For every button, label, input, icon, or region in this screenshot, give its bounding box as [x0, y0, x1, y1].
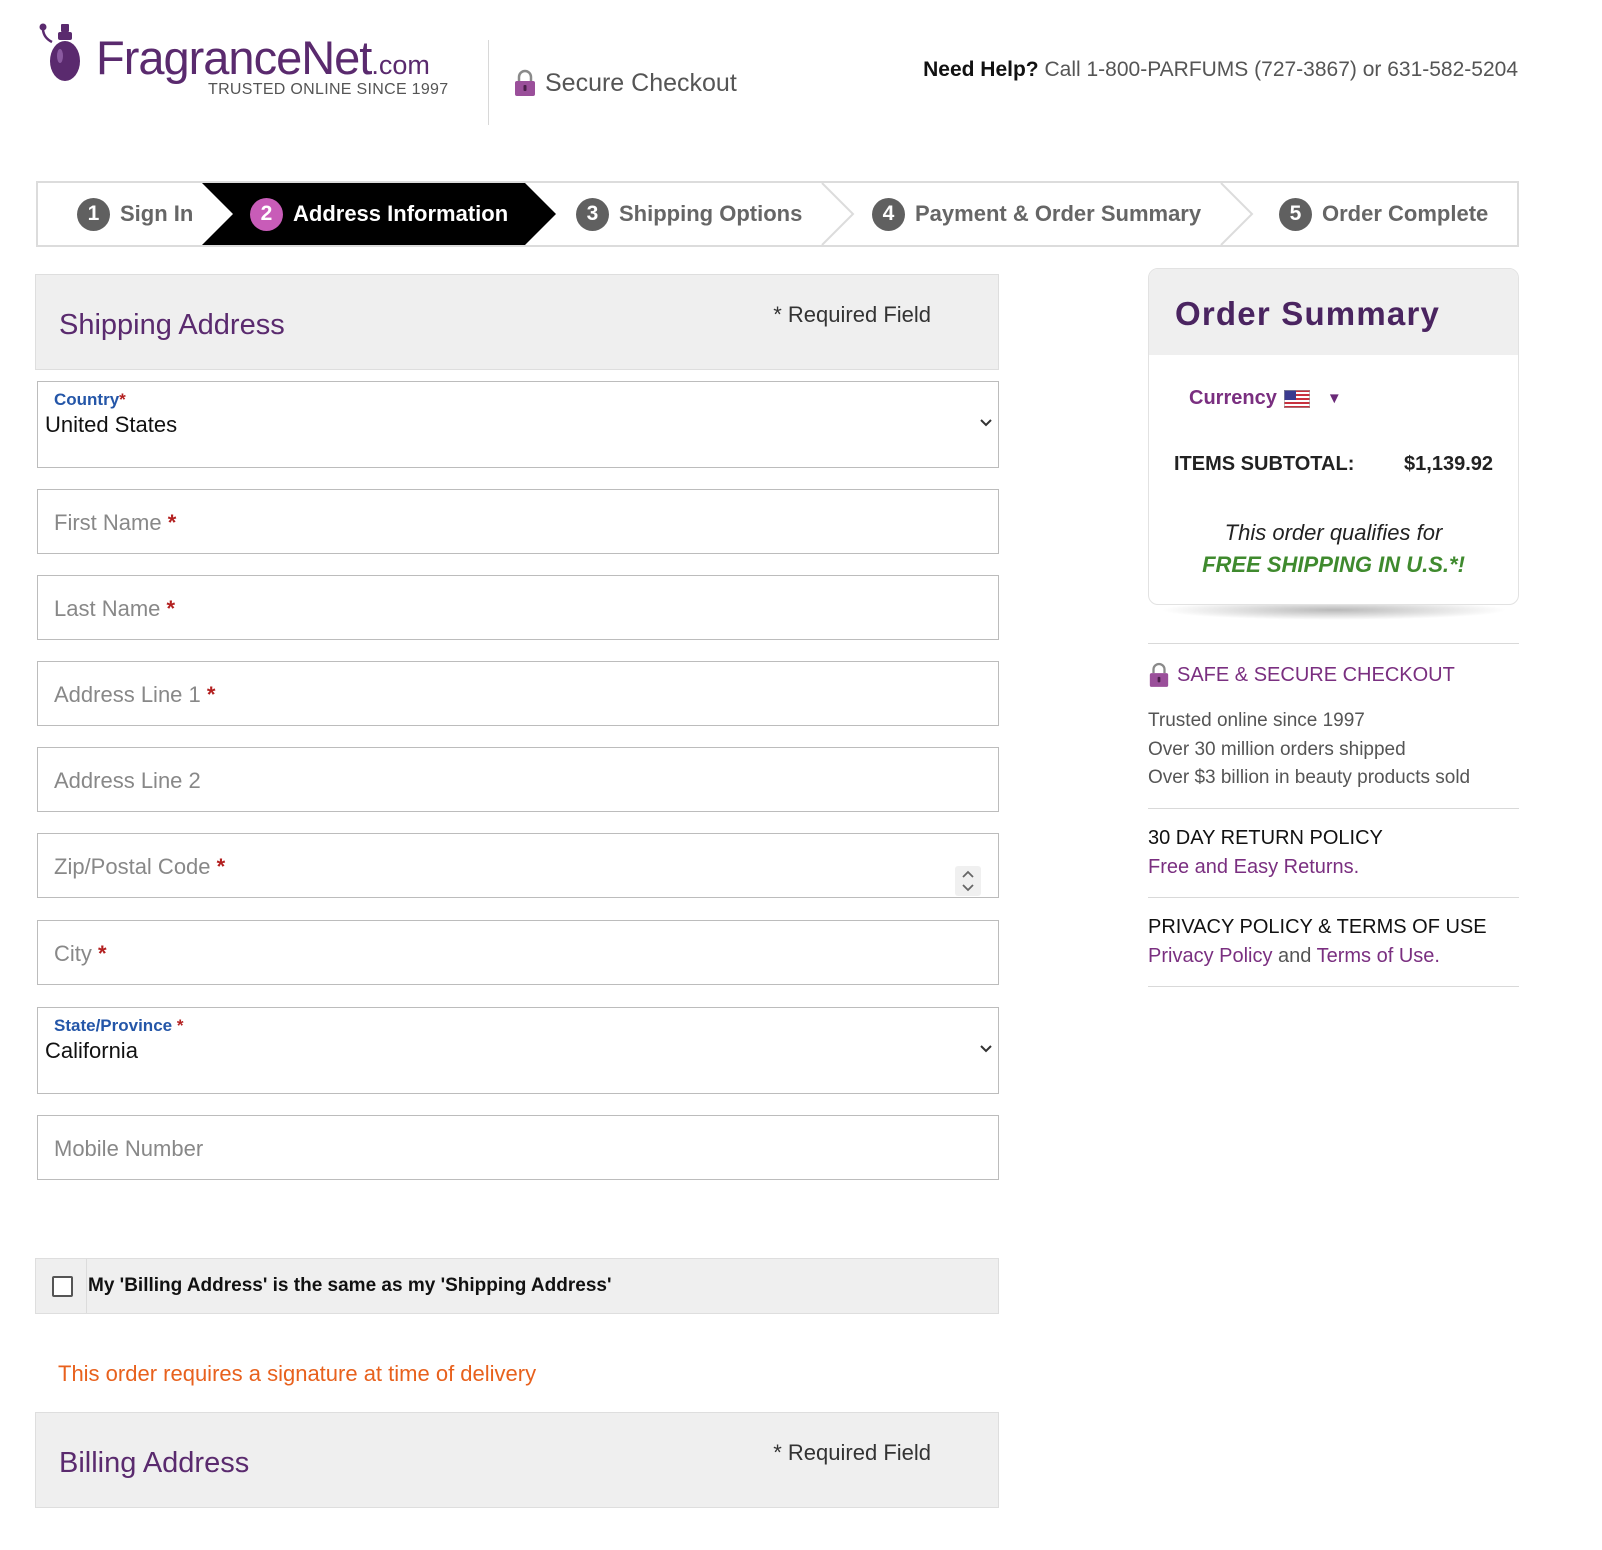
brand-name: FragranceNet.com	[96, 31, 430, 84]
help-contact: Need Help? Call 1-800-PARFUMS (727-3867)…	[923, 58, 1518, 82]
privacy-terms-title: PRIVACY POLICY & TERMS OF USE	[1148, 916, 1487, 938]
step-address-information: 2 Address Information	[250, 183, 508, 245]
billing-same-label[interactable]: My 'Billing Address' is the same as my '…	[88, 1275, 611, 1297]
order-summary-title: Order Summary	[1175, 295, 1441, 332]
step-number: 5	[1279, 197, 1312, 231]
help-phone-text: Call 1-800-PARFUMS (727-3867) or 631-582…	[1044, 58, 1518, 81]
header-divider	[488, 40, 489, 125]
country-select[interactable]: Country* United States	[37, 381, 999, 468]
step-label: Address Information	[293, 201, 509, 226]
city-input[interactable]: City *	[37, 920, 999, 985]
mobile-number-input[interactable]: Mobile Number	[37, 1115, 999, 1180]
billing-address-header: Billing Address * Required Field	[35, 1412, 999, 1508]
address-line-1-input[interactable]: Address Line 1 *	[37, 661, 999, 726]
step-number: 4	[872, 197, 905, 231]
step-number: 3	[576, 197, 609, 231]
first-name-input[interactable]: First Name *	[37, 489, 999, 554]
zip-code-placeholder: Zip/Postal Code *	[54, 854, 226, 879]
trust-line: Over 30 million orders shipped	[1148, 739, 1406, 760]
free-shipping-banner: FREE SHIPPING IN U.S.*!	[1202, 552, 1465, 577]
safe-secure-checkout-text: SAFE & SECURE CHECKOUT	[1177, 663, 1455, 686]
secure-checkout-label: Secure Checkout	[513, 66, 737, 100]
step-shipping-options: 3 Shipping Options	[576, 183, 802, 245]
billing-same-as-shipping-row[interactable]: My 'Billing Address' is the same as my '…	[35, 1258, 999, 1314]
return-policy-link-row: Free and Easy Returns.	[1148, 856, 1359, 879]
address-line-2-input[interactable]: Address Line 2	[37, 747, 999, 812]
chevron-down-icon	[980, 419, 992, 427]
divider	[1148, 897, 1519, 898]
step-number: 2	[250, 197, 283, 231]
checkbox-divider	[86, 1259, 87, 1313]
privacy-terms-link-row: Privacy Policy and Terms of Use.	[1148, 945, 1440, 968]
checkout-stepper: 1 Sign In 2 Address Information 3 Shippi…	[36, 181, 1519, 247]
mobile-number-placeholder: Mobile Number	[54, 1136, 204, 1161]
order-summary-header: Order Summary	[1149, 269, 1518, 355]
divider	[1148, 986, 1519, 987]
brand-tagline: TRUSTED ONLINE SINCE 1997	[208, 81, 449, 98]
first-name-placeholder: First Name *	[54, 510, 177, 535]
padlock-icon	[1149, 662, 1169, 687]
state-label: State/Province *	[54, 1016, 184, 1035]
billing-same-checkbox[interactable]	[52, 1276, 73, 1297]
shipping-address-title: Shipping Address	[59, 309, 285, 341]
items-subtotal-label: ITEMS SUBTOTAL:	[1174, 453, 1355, 475]
zip-code-input[interactable]: Zip/Postal Code *	[37, 833, 999, 898]
last-name-input[interactable]: Last Name *	[37, 575, 999, 640]
step-label: Order Complete	[1322, 201, 1489, 226]
trust-line: Over $3 billion in beauty products sold	[1148, 767, 1471, 788]
address-line-2-placeholder: Address Line 2	[54, 768, 201, 793]
required-field-note: * Required Field	[773, 302, 931, 327]
country-label: Country*	[54, 390, 126, 409]
us-flag-icon	[1283, 389, 1310, 408]
step-label: Payment & Order Summary	[915, 201, 1202, 226]
divider	[1148, 808, 1519, 809]
caret-down-icon: ▼	[1326, 390, 1342, 407]
last-name-placeholder: Last Name *	[54, 596, 176, 621]
step-order-complete: 5 Order Complete	[1279, 183, 1488, 245]
privacy-policy-link[interactable]: Privacy Policy	[1148, 945, 1272, 967]
return-policy-title: 30 DAY RETURN POLICY	[1148, 827, 1383, 849]
divider	[1148, 643, 1519, 644]
free-easy-returns-link[interactable]: Free and Easy Returns.	[1148, 856, 1359, 878]
required-field-note: * Required Field	[773, 1440, 931, 1465]
terms-of-use-link[interactable]: Terms of Use	[1317, 945, 1435, 967]
number-spinner[interactable]	[955, 866, 981, 896]
address-line-1-placeholder: Address Line 1 *	[54, 682, 216, 707]
order-summary-card: Order Summary Currency ▼ ITEMS SUBTOTAL:…	[1148, 268, 1519, 605]
spinner-arrows-icon	[962, 870, 974, 892]
step-sign-in[interactable]: 1 Sign In	[77, 183, 193, 245]
step-payment-order-summary: 4 Payment & Order Summary	[872, 183, 1201, 245]
free-shipping-qualifier-text: This order qualifies for	[1224, 520, 1443, 545]
period-text: .	[1434, 945, 1440, 967]
step-label: Shipping Options	[619, 201, 803, 226]
country-value: United States	[45, 412, 178, 437]
shipping-address-header: Shipping Address * Required Field	[35, 274, 999, 370]
state-value: California	[45, 1038, 138, 1063]
chevron-down-icon	[980, 1045, 992, 1053]
trust-line: Trusted online since 1997	[1148, 710, 1365, 731]
perfume-bottle-logo-icon	[39, 23, 80, 81]
city-placeholder: City *	[54, 941, 107, 966]
padlock-icon	[515, 69, 535, 96]
signature-required-note: This order requires a signature at time …	[58, 1361, 537, 1386]
step-number: 1	[77, 197, 110, 231]
state-select[interactable]: State/Province * California	[37, 1007, 999, 1094]
currency-label: Currency	[1189, 387, 1277, 409]
step-label: Sign In	[120, 201, 194, 226]
secure-checkout-text: Secure Checkout	[545, 68, 737, 97]
currency-selector[interactable]: Currency ▼	[1189, 387, 1342, 410]
fragrancenet-logo[interactable]: FragranceNet.com TRUSTED ONLINE SINCE 19…	[36, 14, 466, 114]
billing-address-title: Billing Address	[59, 1447, 250, 1479]
help-label: Need Help?	[923, 58, 1039, 81]
safe-secure-checkout-heading: SAFE & SECURE CHECKOUT	[1148, 662, 1455, 688]
and-text: and	[1272, 945, 1317, 967]
items-subtotal-value: $1,139.92	[1404, 453, 1493, 475]
